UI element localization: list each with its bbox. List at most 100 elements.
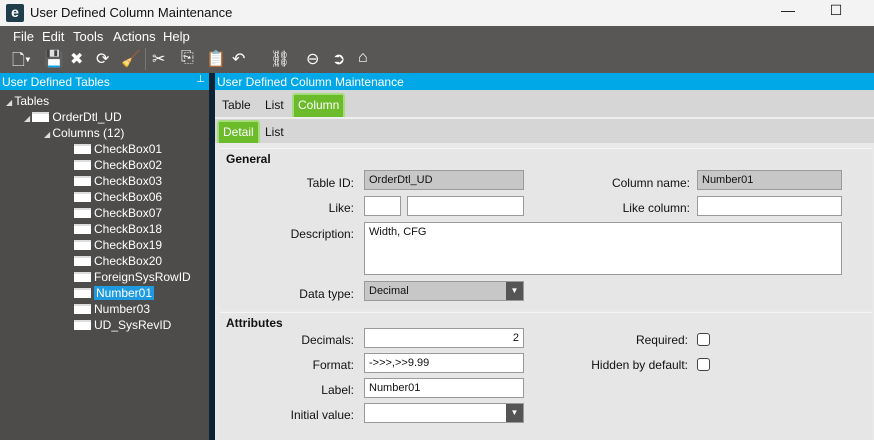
data-type-label: Data type: [299, 287, 354, 301]
tables-tree: ◢ Tables ◢ OrderDtl_UD ◢ Columns (12) Ch… [0, 90, 209, 440]
format-input[interactable]: ->>>,>>9.99 [364, 353, 524, 373]
tab-table[interactable]: Table [222, 98, 251, 112]
folder-icon [74, 176, 91, 186]
hidden-by-default-checkbox[interactable] [697, 358, 710, 371]
search-icon[interactable]: ⛓ [270, 49, 290, 69]
folder-icon [74, 272, 91, 282]
folder-icon [74, 256, 91, 266]
refresh-icon[interactable]: ⟳ [96, 49, 109, 69]
tree-item-label: CheckBox07 [94, 206, 163, 220]
column-name-field: Number01 [697, 170, 842, 190]
expand-icon: ◢ [24, 114, 33, 123]
main-tabs: Table List Column [215, 90, 874, 117]
title-bar: e User Defined Column Maintenance — ☐ [0, 0, 874, 26]
tree-item-label: Number01 [94, 286, 155, 300]
initial-value-select[interactable]: ▼ [364, 403, 524, 423]
folder-icon [74, 192, 91, 202]
clear-icon[interactable]: 🧹 [121, 49, 141, 69]
undo-icon[interactable]: ↶ [232, 49, 245, 69]
tree-item-column[interactable]: Number03 [74, 302, 150, 316]
toolbar-separator [145, 48, 146, 70]
hidden-by-default-label: Hidden by default: [591, 358, 688, 372]
tree-item-column[interactable]: CheckBox06 [74, 190, 162, 204]
description-label: Description: [290, 227, 354, 241]
tree-item-column[interactable]: UD_SysRevID [74, 318, 171, 332]
tree-item-label: CheckBox03 [94, 174, 163, 188]
tree-item-label: CheckBox01 [94, 142, 163, 156]
menu-help[interactable]: Help [163, 29, 190, 44]
table-id-label: Table ID: [306, 176, 354, 190]
back-icon[interactable]: ⊖ [306, 49, 319, 69]
pin-icon[interactable]: ⊥ [196, 74, 205, 85]
table-id-field: OrderDtl_UD [364, 170, 524, 190]
like-column-input[interactable] [697, 196, 842, 216]
menu-tools[interactable]: Tools [73, 29, 103, 44]
tab-column[interactable]: Column [292, 93, 346, 117]
forward-icon[interactable]: ➲ [332, 49, 345, 69]
required-checkbox[interactable] [697, 333, 710, 346]
attributes-title: Attributes [226, 316, 283, 330]
tree-item-label: CheckBox06 [94, 190, 163, 204]
menu-actions[interactable]: Actions [113, 29, 156, 44]
like-label: Like: [328, 201, 354, 215]
left-panel-header: User Defined Tables ⊥ [0, 73, 209, 90]
folder-icon [32, 112, 50, 122]
home-icon[interactable]: ⌂ [358, 49, 368, 67]
folder-icon [74, 320, 91, 330]
general-group: General Table ID: OrderDtl_UD Column nam… [220, 148, 872, 310]
like-input[interactable] [364, 196, 401, 216]
copy-icon[interactable]: ⎘ [181, 49, 194, 67]
tree-item-label: Number03 [94, 302, 151, 316]
app-logo-icon: e [6, 4, 24, 22]
format-label: Format: [312, 358, 354, 372]
like-column-label: Like column: [622, 201, 690, 215]
folder-icon [74, 304, 91, 314]
save-icon[interactable]: 💾 [44, 49, 64, 69]
required-label: Required: [635, 333, 688, 347]
column-name-label: Column name: [611, 176, 690, 190]
tree-item-label: ForeignSysRowID [94, 270, 191, 284]
new-icon[interactable]: 🗋▾ [12, 49, 31, 76]
subtab-detail[interactable]: Detail [217, 120, 260, 143]
tab-list[interactable]: List [265, 98, 284, 112]
general-title: General [226, 152, 271, 166]
tree-item-column[interactable]: Number01 [74, 286, 155, 300]
menu-file[interactable]: File [13, 29, 34, 44]
like-description-input[interactable] [407, 196, 524, 216]
tree-item-column[interactable]: CheckBox01 [74, 142, 162, 156]
menu-edit[interactable]: Edit [42, 29, 64, 44]
tree-item-column[interactable]: CheckBox02 [74, 158, 162, 172]
maximize-button[interactable]: ☐ [826, 2, 846, 19]
chevron-down-icon[interactable]: ▼ [506, 404, 523, 422]
tree-item-column[interactable]: CheckBox07 [74, 206, 162, 220]
cut-icon[interactable]: ✂ [152, 49, 165, 69]
data-type-select[interactable]: Decimal ▼ [364, 281, 524, 301]
tree-node-table[interactable]: ◢ OrderDtl_UD [24, 110, 122, 124]
tree-node-columns[interactable]: ◢ Columns (12) [44, 126, 124, 140]
left-panel-title: User Defined Tables [2, 75, 110, 89]
menu-bar: File Edit Tools Actions Help [0, 26, 874, 46]
right-panel-header: User Defined Column Maintenance [215, 73, 874, 90]
tree-item-label: CheckBox20 [94, 254, 163, 268]
decimals-input[interactable]: 2 [364, 328, 524, 348]
description-input[interactable]: Width, CFG [364, 222, 842, 275]
label-input[interactable]: Number01 [364, 378, 524, 398]
minimize-button[interactable]: — [778, 2, 798, 18]
sub-tabs: Detail List [215, 117, 874, 143]
tree-item-column[interactable]: ForeignSysRowID [74, 270, 191, 284]
tree-item-label: CheckBox02 [94, 158, 163, 172]
folder-icon [74, 224, 91, 234]
tree-item-column[interactable]: CheckBox19 [74, 238, 162, 252]
folder-icon [74, 160, 91, 170]
tree-item-column[interactable]: CheckBox03 [74, 174, 162, 188]
chevron-down-icon[interactable]: ▼ [506, 282, 523, 300]
tree-node-tables[interactable]: ◢ Tables [6, 94, 49, 108]
delete-icon[interactable]: ✖ [70, 49, 83, 69]
folder-icon [74, 144, 91, 154]
tree-item-column[interactable]: CheckBox18 [74, 222, 162, 236]
paste-icon[interactable]: 📋 [206, 49, 226, 69]
tree-item-label: CheckBox19 [94, 238, 163, 252]
tree-item-column[interactable]: CheckBox20 [74, 254, 162, 268]
folder-icon [74, 288, 91, 298]
subtab-list[interactable]: List [265, 125, 284, 139]
